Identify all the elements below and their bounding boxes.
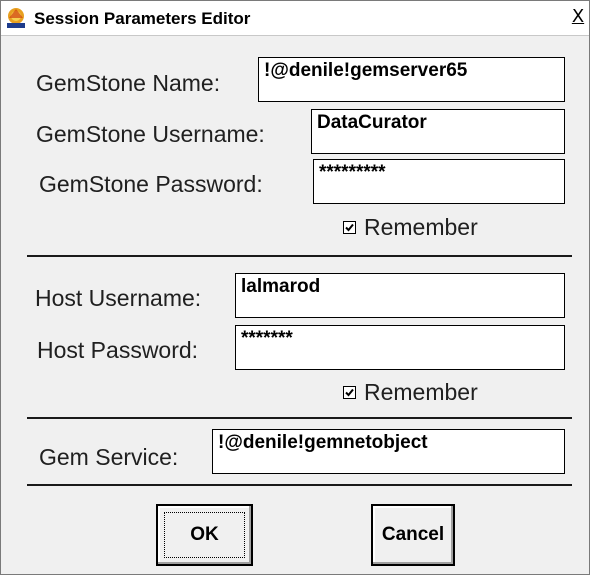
host-username-field[interactable]: lalmarod [235, 273, 565, 318]
gem-service-field[interactable]: !@denile!gemnetobject [212, 429, 565, 474]
gemstone-remember-box[interactable] [343, 221, 356, 234]
divider-3 [27, 484, 572, 486]
gemstone-username-field[interactable]: DataCurator [311, 109, 565, 154]
session-parameters-dialog: Session Parameters Editor X GemStone Nam… [0, 0, 590, 575]
host-username-label: Host Username: [35, 285, 202, 311]
gemstone-password-label: GemStone Password: [39, 171, 263, 197]
checkmark-icon [345, 223, 354, 232]
gemstone-remember-checkbox[interactable]: Remember [343, 214, 478, 241]
vast-logo-icon [7, 8, 25, 28]
host-remember-box[interactable] [343, 386, 356, 399]
close-button[interactable]: X [569, 7, 587, 27]
host-password-label: Host Password: [37, 337, 199, 363]
cancel-button[interactable]: Cancel [371, 504, 455, 566]
ok-button-label: OK [190, 524, 219, 545]
window-title: Session Parameters Editor [34, 9, 251, 28]
title-bar: Session Parameters Editor X [1, 1, 589, 36]
gemstone-password-field[interactable]: ********* [313, 159, 565, 204]
host-remember-checkbox[interactable]: Remember [343, 379, 478, 406]
gemstone-name-field[interactable]: !@denile!gemserver65 [258, 57, 565, 102]
gemstone-username-label: GemStone Username: [36, 121, 265, 147]
ok-button[interactable]: OK [156, 504, 253, 566]
divider-2 [27, 417, 572, 419]
gem-service-label: Gem Service: [39, 444, 179, 470]
host-remember-label: Remember [364, 379, 478, 405]
divider-1 [27, 255, 572, 257]
gemstone-name-label: GemStone Name: [36, 70, 221, 96]
cancel-button-label: Cancel [381, 524, 445, 545]
host-password-field[interactable]: ******* [235, 325, 565, 370]
checkmark-icon [345, 388, 354, 397]
gemstone-remember-label: Remember [364, 214, 478, 240]
